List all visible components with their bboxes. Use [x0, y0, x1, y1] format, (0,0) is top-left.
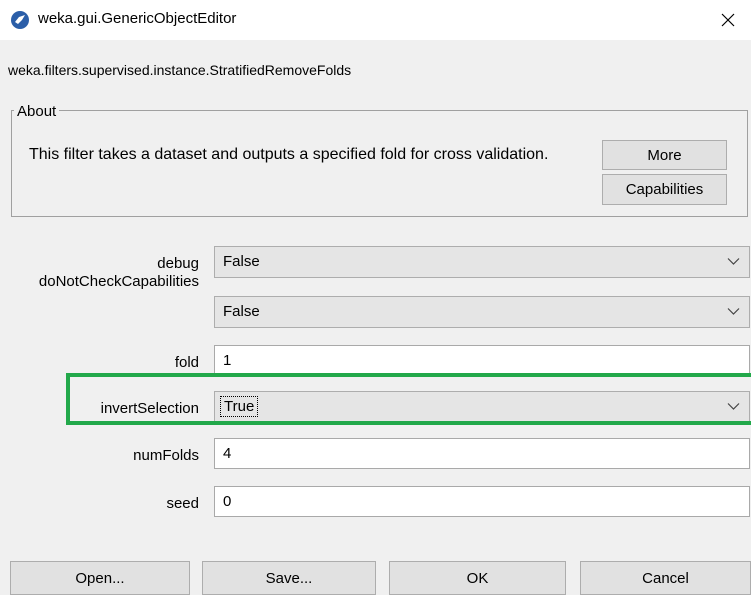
seed-input[interactable]: 0: [214, 486, 750, 517]
fold-value: 1: [223, 352, 232, 369]
num-folds-input[interactable]: 4: [214, 438, 750, 469]
do-not-check-capabilities-label: doNotCheckCapabilities: [38, 273, 199, 290]
debug-select[interactable]: False: [214, 246, 750, 278]
highlight-box: [66, 373, 751, 425]
do-not-check-capabilities-select[interactable]: False: [214, 296, 750, 328]
chevron-down-icon: [727, 258, 740, 265]
debug-value: False: [223, 253, 260, 270]
do-not-check-capabilities-value: False: [223, 303, 260, 320]
debug-label: debug: [157, 255, 199, 272]
open-button[interactable]: Open...: [10, 561, 190, 595]
fold-input[interactable]: 1: [214, 345, 750, 376]
close-button[interactable]: [705, 0, 751, 40]
seed-label: seed: [166, 495, 199, 512]
ok-button[interactable]: OK: [389, 561, 566, 595]
seed-value: 0: [223, 493, 232, 510]
chevron-down-icon: [727, 308, 740, 315]
weka-app-icon: [11, 11, 29, 29]
cancel-button[interactable]: Cancel: [580, 561, 751, 595]
capabilities-button[interactable]: Capabilities: [602, 174, 727, 205]
title-bar: weka.gui.GenericObjectEditor: [0, 0, 751, 40]
about-legend: About: [14, 103, 60, 120]
num-folds-value: 4: [223, 445, 232, 462]
num-folds-label: numFolds: [133, 447, 199, 464]
about-description: This filter takes a dataset and outputs …: [29, 146, 549, 163]
close-icon: [721, 13, 735, 27]
window-title: weka.gui.GenericObjectEditor: [38, 10, 237, 27]
fold-label: fold: [174, 354, 199, 371]
more-button[interactable]: More: [602, 140, 727, 170]
save-button[interactable]: Save...: [202, 561, 376, 595]
class-name-label: weka.filters.supervised.instance.Stratif…: [8, 62, 352, 78]
